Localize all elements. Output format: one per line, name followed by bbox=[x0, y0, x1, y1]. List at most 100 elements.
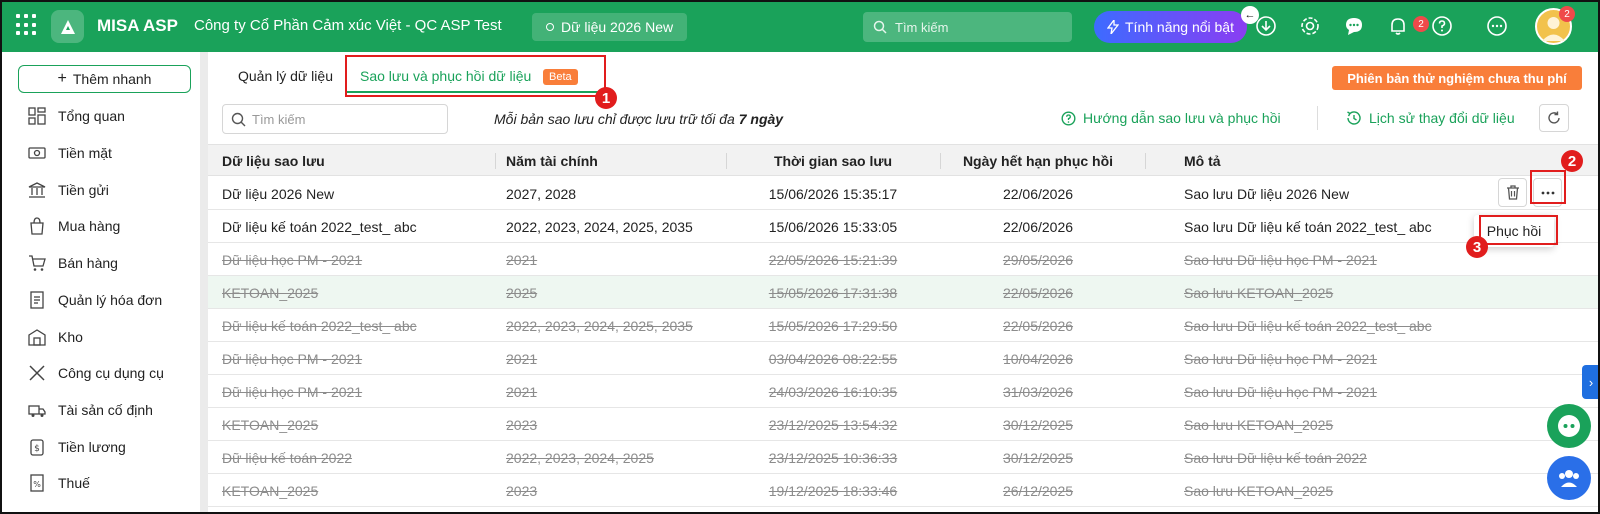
sidebar-item-sales[interactable]: Bán hàng bbox=[28, 251, 118, 275]
cell-fiscal-year: 2023 bbox=[506, 417, 538, 433]
retention-note: Mỗi bản sao lưu chỉ được lưu trữ tối đa … bbox=[494, 111, 783, 127]
more-options-icon[interactable] bbox=[1485, 14, 1509, 38]
column-header-backup-data[interactable]: Dữ liệu sao lưu bbox=[222, 153, 325, 169]
sidebar-item-fixed-assets[interactable]: Tài sản cố định bbox=[28, 398, 153, 422]
cell-fiscal-year: 2023 bbox=[506, 483, 538, 499]
backup-guide-link[interactable]: Hướng dẫn sao lưu và phục hồi bbox=[1061, 110, 1281, 126]
sidebar-item-invoice[interactable]: Quản lý hóa đơn bbox=[28, 288, 162, 312]
cell-backup-time: 15/05/2026 17:29:50 bbox=[768, 318, 898, 334]
sidebar-item-tax[interactable]: % Thuế bbox=[28, 471, 90, 495]
column-header-backup-time[interactable]: Thời gian sao lưu bbox=[774, 153, 892, 169]
trial-version-button[interactable]: Phiên bản thử nghiệm chưa thu phí bbox=[1332, 66, 1582, 90]
global-search-input[interactable]: Tìm kiếm bbox=[863, 12, 1072, 42]
table-row[interactable]: KETOAN_2025 2025 15/05/2026 17:31:38 22/… bbox=[208, 276, 1600, 309]
cell-backup-data: KETOAN_2025 bbox=[222, 417, 319, 433]
table-row[interactable]: KETOAN_2025 2023 23/12/2025 13:54:32 30/… bbox=[208, 408, 1600, 441]
sidebar-item-label: Tiền gửi bbox=[58, 182, 109, 198]
callout-box-1 bbox=[345, 55, 606, 97]
sidebar-item-dashboard[interactable]: Tổng quan bbox=[28, 104, 125, 128]
data-history-link[interactable]: Lịch sử thay đổi dữ liệu bbox=[1346, 110, 1515, 126]
sidebar-item-label: Quản lý hóa đơn bbox=[58, 292, 163, 308]
notification-count-badge: 2 bbox=[1413, 16, 1429, 32]
cell-backup-data: KETOAN_2025 bbox=[222, 285, 319, 301]
callout-box-3 bbox=[1479, 215, 1558, 245]
quick-add-button[interactable]: + Thêm nhanh bbox=[18, 65, 191, 93]
callout-number-3: 3 bbox=[1466, 236, 1488, 258]
tools-icon bbox=[29, 365, 45, 381]
sidebar-item-salary[interactable]: $ Tiền lương bbox=[28, 435, 126, 459]
table-row[interactable]: Dữ liệu học PM - 2021 2021 24/03/2026 16… bbox=[208, 375, 1600, 408]
salary-icon: $ bbox=[30, 439, 44, 456]
refresh-button[interactable] bbox=[1539, 104, 1569, 132]
cell-fiscal-year: 2022, 2023, 2024, 2025, 2035 bbox=[506, 219, 693, 235]
callout-number-1: 1 bbox=[595, 87, 617, 109]
bell-icon[interactable] bbox=[1386, 14, 1410, 38]
community-button[interactable] bbox=[1547, 456, 1591, 500]
table-row[interactable]: Dữ liệu kế toán 2022_test_ abc 2022, 202… bbox=[208, 309, 1600, 342]
sidebar-item-purchase[interactable]: Mua hàng bbox=[28, 214, 120, 238]
data-history-label: Lịch sử thay đổi dữ liệu bbox=[1369, 110, 1515, 126]
sidebar-item-label: Tiền mặt bbox=[58, 145, 112, 161]
column-header-fiscal-year[interactable]: Năm tài chính bbox=[506, 153, 598, 169]
cell-expiry-date: 22/05/2026 bbox=[1002, 285, 1074, 301]
cell-expiry-date: 10/04/2026 bbox=[1002, 351, 1074, 367]
shopping-bag-icon bbox=[30, 217, 44, 235]
cell-description: Sao lưu Dữ liệu học PM - 2021 bbox=[1184, 351, 1378, 367]
sidebar-item-tools[interactable]: Công cụ dụng cụ bbox=[28, 361, 164, 385]
toolbar-divider bbox=[1317, 106, 1318, 130]
cell-backup-time: 19/12/2025 18:33:46 bbox=[768, 483, 898, 499]
sidebar-item-cash[interactable]: Tiền mặt bbox=[28, 141, 112, 165]
cell-backup-data: Dữ liệu 2026 New bbox=[222, 186, 335, 202]
chat-icon[interactable] bbox=[1342, 14, 1366, 38]
cell-description: Sao lưu KETOAN_2025 bbox=[1184, 417, 1334, 433]
truck-icon bbox=[28, 405, 46, 417]
table-header: Dữ liệu sao lưu Năm tài chính Thời gian … bbox=[208, 144, 1600, 176]
table-row[interactable]: KETOAN_2025 2023 19/12/2025 18:33:46 26/… bbox=[208, 474, 1600, 507]
expand-panel-tab[interactable]: › bbox=[1582, 365, 1600, 399]
global-search-placeholder: Tìm kiếm bbox=[895, 19, 949, 35]
cell-backup-data: Dữ liệu học PM - 2021 bbox=[222, 351, 363, 367]
sidebar-item-deposit[interactable]: Tiền gửi bbox=[28, 178, 109, 202]
cell-backup-time: 24/03/2026 16:10:35 bbox=[768, 384, 898, 400]
sidebar-item-warehouse[interactable]: Kho bbox=[28, 325, 83, 349]
company-name: Công ty Cổ Phần Cảm xúc Việt - QC ASP Te… bbox=[194, 17, 502, 34]
table-row[interactable]: Dữ liệu học PM - 2021 2021 03/04/2026 08… bbox=[208, 342, 1600, 375]
cell-backup-data: Dữ liệu kế toán 2022 bbox=[222, 450, 353, 466]
chatbot-button[interactable] bbox=[1547, 404, 1591, 448]
help-icon[interactable] bbox=[1430, 14, 1454, 38]
cash-icon bbox=[28, 147, 46, 159]
database-selector[interactable]: Dữ liệu 2026 New bbox=[532, 13, 688, 41]
featured-features-button[interactable]: Tính năng nổi bật bbox=[1094, 11, 1247, 43]
table-row[interactable]: Dữ liệu kế toán 2022_test_ abc 2022, 202… bbox=[208, 210, 1600, 243]
backup-guide-label: Hướng dẫn sao lưu và phục hồi bbox=[1083, 110, 1281, 126]
tab-data-management[interactable]: Quản lý dữ liệu bbox=[238, 68, 333, 84]
people-icon bbox=[1559, 470, 1579, 487]
backup-search-input[interactable]: Tìm kiếm bbox=[222, 104, 448, 134]
cell-fiscal-year: 2027, 2028 bbox=[506, 186, 577, 202]
cell-description: Sao lưu KETOAN_2025 bbox=[1184, 483, 1334, 499]
help-circle-icon bbox=[1061, 110, 1076, 126]
backup-search-placeholder: Tìm kiếm bbox=[252, 111, 306, 127]
gear-icon[interactable] bbox=[1298, 14, 1322, 38]
cell-fiscal-year: 2021 bbox=[506, 351, 538, 367]
cart-icon bbox=[29, 255, 46, 271]
database-status-icon bbox=[546, 23, 554, 31]
retention-note-text: Mỗi bản sao lưu chỉ được lưu trữ tối đa bbox=[494, 111, 735, 127]
cell-fiscal-year: 2022, 2023, 2024, 2025 bbox=[506, 450, 654, 466]
table-row[interactable]: Dữ liệu kế toán 2022 2022, 2023, 2024, 2… bbox=[208, 441, 1600, 474]
delete-button[interactable] bbox=[1498, 178, 1527, 207]
apps-grid-icon[interactable] bbox=[16, 14, 38, 36]
column-header-description[interactable]: Mô tả bbox=[1184, 153, 1221, 169]
sidebar-scrollbar[interactable] bbox=[200, 52, 208, 514]
trash-icon bbox=[1506, 185, 1519, 200]
column-divider bbox=[726, 153, 727, 169]
cell-backup-time: 22/05/2026 15:21:39 bbox=[768, 252, 898, 268]
download-icon[interactable] bbox=[1254, 14, 1278, 38]
brand-name: MISA ASP bbox=[97, 16, 178, 35]
column-header-expiry-date[interactable]: Ngày hết hạn phục hồi bbox=[963, 153, 1113, 169]
tax-icon: % bbox=[30, 474, 44, 492]
table-row[interactable]: Dữ liệu học PM - 2021 2021 22/05/2026 15… bbox=[208, 243, 1600, 276]
cell-description: Sao lưu KETOAN_2025 bbox=[1184, 285, 1334, 301]
table-row[interactable]: Dữ liệu 2026 New 2027, 2028 15/06/2026 1… bbox=[208, 177, 1600, 210]
cell-description: Sao lưu Dữ liệu kế toán 2022_test_ abc bbox=[1184, 219, 1432, 235]
